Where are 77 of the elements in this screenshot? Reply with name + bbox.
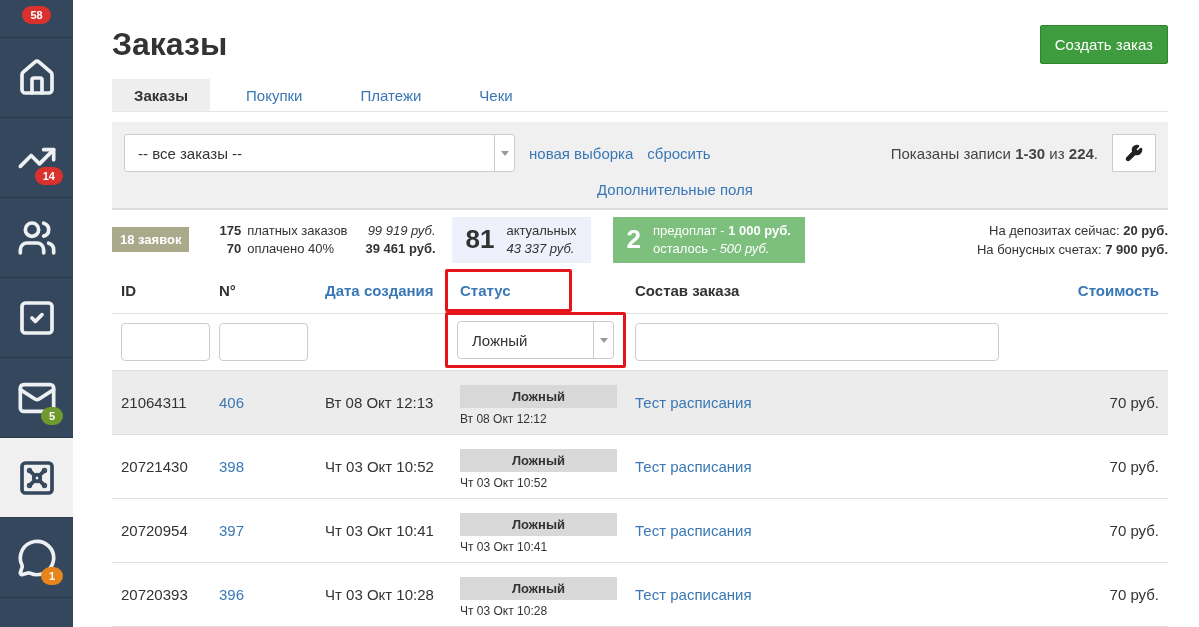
filter-input[interactable] bbox=[219, 323, 308, 361]
create-order-button[interactable]: Создать заказ bbox=[1039, 25, 1168, 65]
prepayment-remaining: осталось - 500 руб. bbox=[653, 241, 771, 257]
column-header[interactable]: Стоимость bbox=[1077, 282, 1159, 300]
status-select[interactable]: Ложный bbox=[457, 321, 614, 360]
created-date: Чт 03 Окт 10:41 bbox=[325, 522, 434, 539]
created-date: Вт 08 Окт 12:13 bbox=[325, 394, 434, 411]
notification-badge: 1 bbox=[40, 567, 63, 585]
tab[interactable]: Покупки bbox=[224, 79, 325, 112]
order-content-link[interactable]: Тест расписания bbox=[635, 394, 752, 411]
balance-text: На бонусных счетах: 7 900 руб. bbox=[976, 241, 1168, 257]
sidebar-item[interactable]: 5 bbox=[0, 358, 73, 438]
caret-icon bbox=[500, 150, 509, 156]
notification-badge: 14 bbox=[34, 167, 63, 185]
requests-badge: 18 заявок bbox=[112, 227, 190, 253]
tab[interactable]: Заказы bbox=[112, 79, 211, 112]
status-tag: Ложный bbox=[460, 513, 617, 536]
filter-link[interactable]: новая выборка bbox=[529, 144, 634, 162]
wrench-icon bbox=[1125, 144, 1143, 163]
sidebar-item[interactable]: 1 bbox=[0, 518, 73, 598]
notification-badge: 5 bbox=[40, 407, 63, 425]
order-number-link[interactable]: 406 bbox=[219, 394, 245, 411]
order-number-link[interactable]: 398 bbox=[219, 458, 245, 475]
filter-link[interactable]: сбросить bbox=[647, 144, 711, 162]
order-amount: 99 919 руб. bbox=[366, 223, 436, 239]
chat-icon bbox=[16, 537, 57, 578]
order-amount: 39 461 руб. bbox=[365, 241, 436, 257]
order-id: 20721430 bbox=[121, 458, 188, 475]
page-title: Заказы bbox=[112, 26, 228, 64]
order-filter-select[interactable]: -- все заказы -- bbox=[124, 134, 515, 173]
order-id: 20720393 bbox=[121, 586, 188, 603]
filter-input[interactable] bbox=[121, 323, 210, 361]
actual-count: 81 bbox=[465, 224, 495, 256]
order-content-link[interactable]: Тест расписания bbox=[635, 522, 752, 539]
prepayment-sum: предоплат - 1 000 руб. bbox=[653, 223, 791, 239]
order-id: 20720954 bbox=[121, 522, 188, 539]
prepayment-count: 2 bbox=[626, 224, 642, 256]
status-tag: Ложный bbox=[460, 449, 617, 472]
column-header: N° bbox=[219, 282, 236, 300]
tab[interactable]: Чеки bbox=[457, 79, 535, 112]
order-content-link[interactable]: Тест расписания bbox=[635, 458, 752, 475]
sidebar-item[interactable]: 14 bbox=[0, 118, 73, 198]
column-header[interactable]: Статус bbox=[445, 269, 572, 313]
order-cost: 70 руб. bbox=[1109, 522, 1159, 539]
order-count: 70 bbox=[225, 241, 242, 257]
settings-button[interactable] bbox=[1112, 134, 1156, 173]
order-cost: 70 руб. bbox=[1109, 458, 1159, 475]
column-header: ID bbox=[121, 282, 136, 300]
order-id: 21064311 bbox=[121, 394, 187, 411]
order-cost: 70 руб. bbox=[1109, 586, 1159, 603]
records-info: Показаны записи 1-30 из 224. bbox=[890, 144, 1098, 162]
tab[interactable]: Платежи bbox=[338, 79, 444, 112]
status-date: Чт 03 Окт 10:28 bbox=[460, 604, 549, 618]
column-header[interactable]: Дата создания bbox=[325, 282, 434, 300]
order-count: 175 bbox=[219, 223, 242, 239]
sidebar-item[interactable] bbox=[0, 438, 73, 518]
order-number-link[interactable]: 396 bbox=[219, 586, 245, 603]
order-number-link[interactable]: 397 bbox=[219, 522, 245, 539]
status-tag: Ложный bbox=[460, 385, 617, 408]
actual-amount: 43 337 руб. bbox=[506, 241, 576, 257]
caret-icon bbox=[599, 338, 608, 343]
status-date: Чт 03 Окт 10:52 bbox=[460, 476, 549, 490]
status-date: Вт 08 Окт 12:12 bbox=[460, 412, 548, 426]
notification-badge: 58 bbox=[22, 6, 51, 24]
actual-label: актуальных bbox=[506, 223, 577, 239]
created-date: Чт 03 Окт 10:28 bbox=[325, 586, 434, 603]
balance-text: На депозитах сейчас: 20 руб. bbox=[989, 222, 1168, 238]
filter-input[interactable] bbox=[635, 323, 999, 361]
status-tag: Ложный bbox=[460, 577, 617, 600]
order-content-link[interactable]: Тест расписания bbox=[635, 586, 752, 603]
order-label: платных заказов bbox=[247, 223, 348, 239]
status-date: Чт 03 Окт 10:41 bbox=[460, 540, 549, 554]
extra-fields-link[interactable]: Дополнительные поля bbox=[597, 181, 753, 199]
created-date: Чт 03 Окт 10:52 bbox=[325, 458, 434, 475]
order-label: оплачено 40% bbox=[247, 241, 335, 257]
column-header: Состав заказа bbox=[635, 282, 740, 300]
order-cost: 70 руб. bbox=[1109, 394, 1159, 411]
